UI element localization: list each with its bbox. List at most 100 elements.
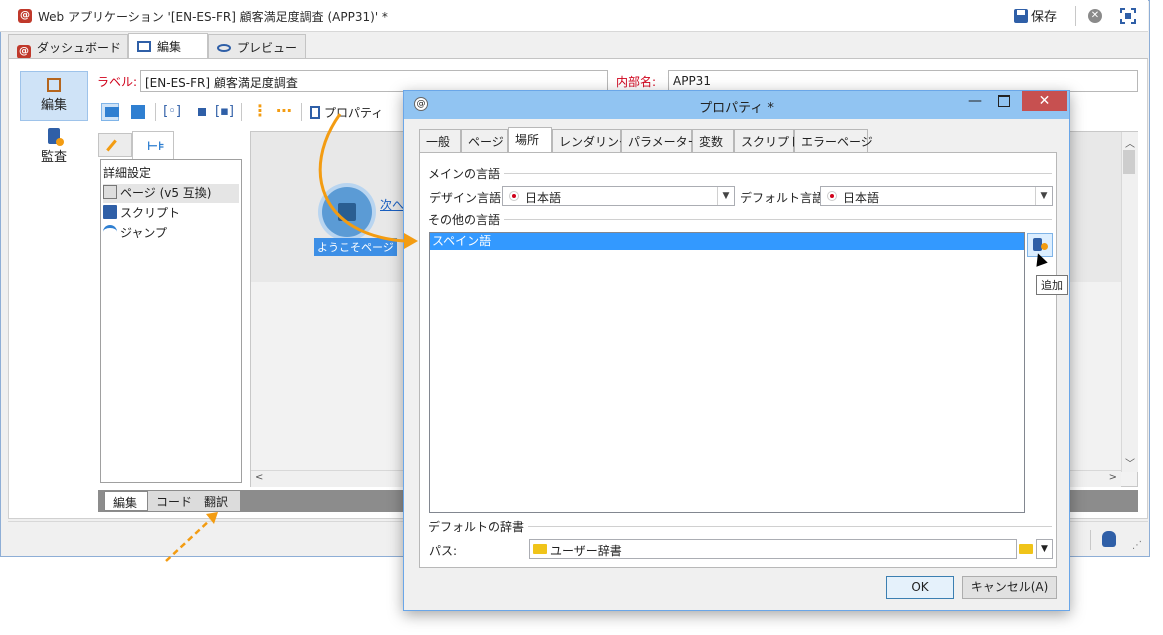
edit-magnifier-icon xyxy=(47,78,61,92)
tree-item-jump[interactable]: ジャンプ xyxy=(103,224,167,243)
dictionary-path-value: ユーザー辞書 xyxy=(550,544,622,558)
default-language-select[interactable]: 日本語 ▼ xyxy=(820,186,1053,206)
browse-folder-button[interactable] xyxy=(1017,539,1035,559)
tree-icon: ⊢⊧ xyxy=(147,139,165,153)
pencil-icon xyxy=(106,139,117,152)
tree-item-script[interactable]: スクリプト xyxy=(103,204,180,223)
status-separator xyxy=(1090,530,1091,550)
page-icon xyxy=(103,185,117,199)
jump-icon xyxy=(103,225,117,239)
default-language-value: 日本語 xyxy=(843,191,880,205)
database-icon[interactable] xyxy=(1102,531,1116,547)
tab-tree[interactable]: ⊢⊧ xyxy=(132,131,174,159)
toolbar-separator xyxy=(155,103,156,121)
properties-label: プロパティ xyxy=(324,106,384,120)
label-field[interactable]: [EN-ES-FR] 顧客満足度調査 xyxy=(140,70,608,92)
tab-preview-label: プレビュー xyxy=(237,41,298,55)
zoom-page-icon[interactable]: [▪] xyxy=(215,103,234,121)
ok-button[interactable]: OK xyxy=(886,576,954,599)
tab-pen[interactable] xyxy=(98,133,132,157)
internal-name-field[interactable]: APP31 xyxy=(668,70,1138,92)
nav-edit-label: 編集 xyxy=(40,98,67,113)
script-icon xyxy=(103,205,117,219)
add-tooltip: 追加 xyxy=(1036,275,1068,295)
path-label: パス: xyxy=(429,544,458,558)
tab-edit-label: 編集 xyxy=(157,40,182,54)
next-transition-link[interactable]: 次へ xyxy=(380,196,404,213)
group-divider xyxy=(428,173,1052,174)
other-languages-group-title: その他の言語 xyxy=(428,211,505,228)
scroll-left-icon[interactable]: < xyxy=(255,472,263,483)
label-caption: ラベル: xyxy=(97,75,138,89)
close-window-icon[interactable]: ✕ xyxy=(1088,9,1102,23)
scrollbar-thumb[interactable] xyxy=(1123,150,1135,174)
nav-edit[interactable]: 編集 xyxy=(20,71,88,121)
vertical-dots-icon[interactable]: ⋮ xyxy=(251,103,269,121)
maximize-icon[interactable] xyxy=(998,95,1010,107)
bottom-tab-code[interactable]: コード xyxy=(148,491,196,511)
scroll-right-icon[interactable]: > xyxy=(1109,472,1117,483)
default-dictionary-group-title: デフォルトの辞書 xyxy=(428,518,529,535)
other-languages-list[interactable] xyxy=(429,232,1025,513)
toolbar-separator xyxy=(301,103,302,121)
zoom-actual-icon[interactable] xyxy=(193,103,211,121)
properties-button[interactable]: プロパティ xyxy=(310,104,383,121)
save-icon xyxy=(1014,9,1028,23)
eye-icon xyxy=(217,44,231,52)
minimize-icon[interactable]: — xyxy=(968,93,982,109)
dialog-tab-variables[interactable]: 変数 xyxy=(692,129,734,152)
welcome-page-node[interactable] xyxy=(322,187,372,237)
tab-preview[interactable]: プレビュー xyxy=(208,34,306,58)
dialog-close-button[interactable]: ✕ xyxy=(1022,91,1067,111)
design-language-label: デザイン言語: xyxy=(429,191,506,205)
tree-item-page-label: ページ (v5 互換) xyxy=(120,186,212,200)
bottom-tab-translation[interactable]: 翻訳 xyxy=(196,491,240,511)
design-language-select[interactable]: 日本語 ▼ xyxy=(502,186,735,206)
default-language-label: デフォルト言語: xyxy=(740,191,829,205)
nav-audit-label: 監査 xyxy=(40,150,67,165)
layout-horizontal-icon[interactable] xyxy=(129,103,147,121)
audit-icon xyxy=(48,128,64,146)
layout-vertical-icon[interactable] xyxy=(101,103,119,121)
path-dropdown-button[interactable]: ▼ xyxy=(1036,539,1053,559)
dialog-tab-general[interactable]: 一般 xyxy=(419,129,461,152)
tree-panel: 詳細設定 ページ (v5 互換) スクリプト ジャンプ xyxy=(100,159,242,483)
scroll-up-icon[interactable]: ︿ xyxy=(1125,135,1135,150)
app-logo-icon: @ xyxy=(18,9,32,23)
chevron-down-icon: ▼ xyxy=(1035,187,1052,205)
resize-grip-icon[interactable]: ⋰ xyxy=(1132,540,1142,551)
scroll-down-icon[interactable]: ﹀ xyxy=(1125,455,1135,470)
dialog-tab-parameters[interactable]: パラメーター xyxy=(621,129,700,152)
dialog-tab-error-page[interactable]: エラーページ xyxy=(794,129,873,152)
toolbar-separator xyxy=(1075,6,1076,26)
dialog-tab-location[interactable]: 場所 xyxy=(508,127,552,153)
window-title: Web アプリケーション '[EN-ES-FR] 顧客満足度調査 (APP31)… xyxy=(38,10,388,24)
zoom-fit-icon[interactable]: [◦] xyxy=(163,103,181,121)
tree-item-advanced[interactable]: 詳細設定 xyxy=(103,164,151,183)
nav-audit[interactable]: 監査 xyxy=(20,124,88,174)
cancel-button[interactable]: キャンセル(A) xyxy=(962,576,1057,599)
chevron-down-icon: ▼ xyxy=(717,187,734,205)
bottom-tab-edit[interactable]: 編集 xyxy=(104,491,148,511)
language-list-item[interactable]: スペイン語 xyxy=(430,233,1024,250)
dialog-tab-rendering[interactable]: レンダリング xyxy=(552,129,631,152)
tab-dashboard[interactable]: @ ダッシュボード xyxy=(8,34,128,59)
save-button[interactable]: 保存 xyxy=(1014,6,1057,26)
page-node-icon xyxy=(338,203,356,221)
welcome-page-label: ようこそページ xyxy=(314,238,397,256)
dialog-tab-page[interactable]: ページ xyxy=(461,129,508,152)
vertical-scrollbar[interactable]: ︿ ﹀ xyxy=(1121,132,1138,472)
dialog-tab-script[interactable]: スクリプト xyxy=(734,129,801,152)
clipboard-icon xyxy=(310,106,320,119)
tree-item-page[interactable]: ページ (v5 互換) xyxy=(103,184,239,203)
edit-window-icon xyxy=(137,41,151,52)
chevron-down-icon: ▼ xyxy=(1041,544,1048,554)
horizontal-dots-icon[interactable]: ⋯ xyxy=(275,103,293,121)
tree-item-jump-label: ジャンプ xyxy=(120,226,168,240)
dictionary-path-field[interactable]: ユーザー辞書 xyxy=(529,539,1017,559)
fullscreen-icon[interactable] xyxy=(1120,8,1136,24)
tab-edit[interactable]: 編集 xyxy=(128,33,208,59)
japan-flag-icon xyxy=(509,191,519,201)
main-language-group-title: メインの言語 xyxy=(428,165,505,182)
folder-icon xyxy=(533,544,547,554)
